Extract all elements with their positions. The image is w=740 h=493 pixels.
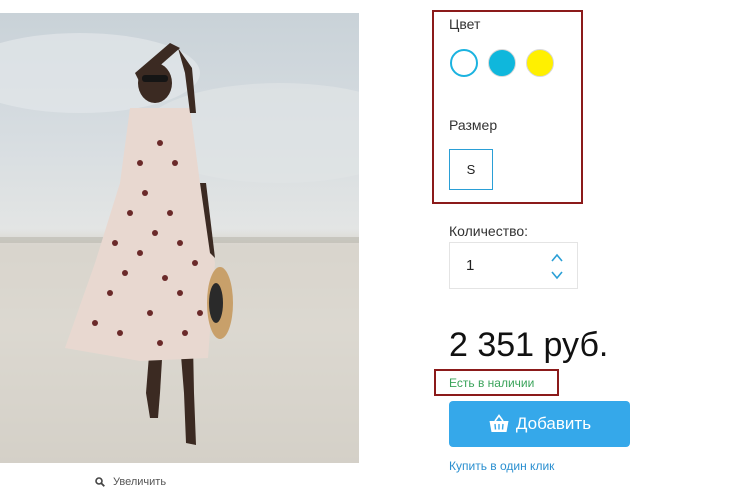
color-swatch-blue[interactable] xyxy=(488,49,516,77)
chevron-down-icon[interactable] xyxy=(550,269,564,281)
product-photo[interactable] xyxy=(0,13,359,463)
availability-status: Есть в наличии xyxy=(449,376,535,390)
magnifier-icon xyxy=(95,477,105,487)
basket-icon xyxy=(489,414,509,432)
quantity-value[interactable]: 1 xyxy=(466,257,474,274)
price: 2 351 руб. xyxy=(449,326,609,364)
size-option-s[interactable]: S xyxy=(449,149,493,190)
color-swatch-yellow[interactable] xyxy=(526,49,554,77)
product-photo-illustration xyxy=(0,33,359,463)
buy-one-click-link[interactable]: Купить в один клик xyxy=(449,459,554,473)
chevron-up-icon[interactable] xyxy=(550,252,564,264)
size-label: Размер xyxy=(449,117,498,133)
color-label: Цвет xyxy=(449,16,481,32)
color-swatch-white[interactable] xyxy=(450,49,478,77)
zoom-label: Увеличить xyxy=(113,476,167,488)
add-to-cart-label: Добавить xyxy=(515,414,592,433)
quantity-label: Количество: xyxy=(449,223,529,239)
add-to-cart-button[interactable]: Добавить xyxy=(449,401,630,447)
quantity-stepper[interactable]: 1 xyxy=(449,242,578,289)
zoom-link[interactable]: Увеличить xyxy=(95,476,166,488)
